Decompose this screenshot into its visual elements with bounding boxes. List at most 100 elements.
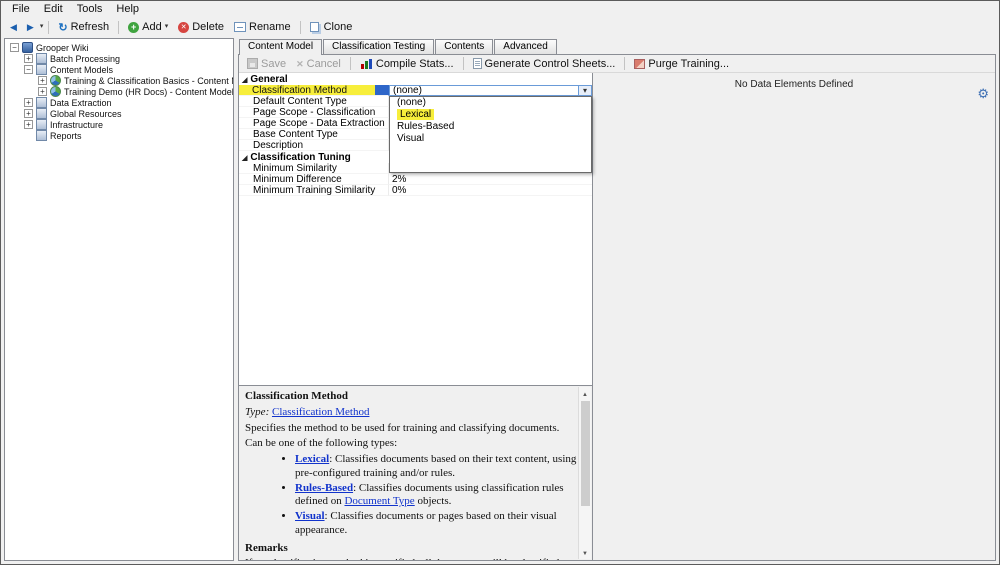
dropdown-option-lexical[interactable]: Lexical <box>390 109 591 121</box>
refresh-button[interactable]: Refresh <box>54 20 113 35</box>
save-button[interactable]: Save <box>243 57 290 71</box>
visual-link[interactable]: Visual <box>295 510 325 522</box>
rename-icon <box>234 22 246 32</box>
tab-advanced[interactable]: Advanced <box>494 39 556 54</box>
property-help-panel: Classification Method Type: Classificati… <box>239 385 592 560</box>
property-toolbar: Save Cancel Compile Stats... Generate <box>239 55 995 73</box>
scroll-up-button[interactable] <box>579 387 592 400</box>
bar-chart-icon <box>360 58 373 69</box>
eraser-icon <box>634 59 645 69</box>
chevron-down-icon <box>583 85 587 96</box>
toolbar-separator <box>463 57 464 70</box>
dropdown-option-rules-based[interactable]: Rules-Based <box>390 121 591 133</box>
remarks-title: Remarks <box>245 542 577 556</box>
tree-item-infrastructure[interactable]: Infrastructure <box>8 119 233 130</box>
tree-item-batch-processing[interactable]: Batch Processing <box>8 53 233 64</box>
tree-expander-icon[interactable] <box>24 109 33 118</box>
collapse-arrow-icon <box>242 74 247 85</box>
help-bullet-visual: Visual: Classifies documents or pages ba… <box>295 510 577 538</box>
data-elements-panel: No Data Elements Defined <box>593 73 995 560</box>
dropdown-option-visual[interactable]: Visual <box>390 133 591 145</box>
history-dropdown-icon[interactable]: ▾ <box>40 23 44 31</box>
tree-expander-icon[interactable] <box>24 120 33 129</box>
grooper-root-icon <box>22 42 33 53</box>
remarks-text: If no classification method is specified… <box>245 557 577 560</box>
navigation-tree: Grooper Wiki Batch Processing Content Mo… <box>4 38 234 561</box>
document-type-link[interactable]: Document Type <box>344 495 414 507</box>
toolbar-separator <box>48 21 49 34</box>
type-link[interactable]: Classification Method <box>272 406 369 418</box>
tab-classification-testing[interactable]: Classification Testing <box>323 39 434 54</box>
gear-icon[interactable] <box>977 87 989 100</box>
lexical-link[interactable]: Lexical <box>295 453 329 465</box>
dropdown-option-none[interactable]: (none) <box>390 97 591 109</box>
collapse-arrow-icon <box>242 152 247 163</box>
clone-button[interactable]: Clone <box>306 20 357 34</box>
cancel-icon <box>296 58 304 70</box>
tree-item-reports[interactable]: Reports <box>8 130 233 141</box>
combo-dropdown-button[interactable] <box>578 86 591 95</box>
delete-icon <box>178 22 189 33</box>
toolbar-separator <box>118 21 119 34</box>
tree-expander-icon[interactable] <box>24 65 33 74</box>
back-button[interactable] <box>6 20 21 34</box>
forward-button[interactable] <box>23 20 38 34</box>
cancel-button[interactable]: Cancel <box>292 57 345 71</box>
delete-button[interactable]: Delete <box>174 20 228 34</box>
property-row-minimum-training-similarity[interactable]: Minimum Training Similarity 0% <box>239 185 592 196</box>
right-panel: Content Model Classification Testing Con… <box>238 38 996 561</box>
content-models-icon <box>36 64 47 75</box>
menu-file[interactable]: File <box>5 2 37 16</box>
menu-edit[interactable]: Edit <box>37 2 70 16</box>
tree-item-training-demo-hr-docs[interactable]: Training Demo (HR Docs) - Content Model <box>8 86 233 97</box>
tab-content-model[interactable]: Content Model <box>239 39 322 55</box>
infrastructure-icon <box>36 119 47 130</box>
tab-strip: Content Model Classification Testing Con… <box>238 38 996 54</box>
scrollbar-thumb[interactable] <box>581 401 590 506</box>
global-resources-icon <box>36 108 47 119</box>
menu-help[interactable]: Help <box>109 2 146 16</box>
tree-expander-icon[interactable] <box>38 76 47 85</box>
classification-method-combo[interactable]: (none) <box>389 85 592 96</box>
property-row-classification-method[interactable]: Classification Method (none) <box>239 85 592 96</box>
tree-item-global-resources[interactable]: Global Resources <box>8 108 233 119</box>
document-icon <box>473 58 482 69</box>
type-label: Type: <box>245 406 269 418</box>
tree-item-content-models[interactable]: Content Models <box>8 64 233 75</box>
no-data-message: No Data Elements Defined <box>593 79 995 90</box>
purge-training-button[interactable]: Purge Training... <box>630 57 733 71</box>
help-bullet-lexical: Lexical: Classifies documents based on t… <box>295 453 577 481</box>
toolbar-separator <box>624 57 625 70</box>
property-row-minimum-difference[interactable]: Minimum Difference 2% <box>239 174 592 185</box>
generate-control-sheets-button[interactable]: Generate Control Sheets... <box>469 57 620 71</box>
tree-expander-icon[interactable] <box>38 87 47 96</box>
tree-item-data-extraction[interactable]: Data Extraction <box>8 97 233 108</box>
refresh-icon <box>58 21 67 34</box>
menu-bar: File Edit Tools Help <box>1 1 999 17</box>
main-toolbar: ▾ Refresh Add ▾ Delete Rename Clone <box>1 17 999 37</box>
tree-item-training-classification-basics[interactable]: Training & Classification Basics - Conte… <box>8 75 233 86</box>
tab-contents[interactable]: Contents <box>435 39 493 54</box>
compile-stats-button[interactable]: Compile Stats... <box>356 57 458 71</box>
help-content: Classification Method Type: Classificati… <box>245 387 577 560</box>
property-label: Classification Method <box>239 85 389 96</box>
scroll-down-button[interactable] <box>579 546 592 559</box>
grooper-window: File Edit Tools Help ▾ Refresh Add ▾ Del… <box>0 0 1000 565</box>
back-arrow-icon <box>10 21 17 33</box>
help-scrollbar[interactable] <box>578 387 591 559</box>
tree-expander-icon[interactable] <box>10 43 19 52</box>
main-area: Grooper Wiki Batch Processing Content Mo… <box>1 37 999 564</box>
tree-expander-icon[interactable] <box>24 98 33 107</box>
property-grid: General Classification Method (none) <box>239 73 592 385</box>
add-button[interactable]: Add ▾ <box>124 20 172 34</box>
rename-button[interactable]: Rename <box>230 20 295 34</box>
tree-item-grooper-wiki[interactable]: Grooper Wiki <box>8 42 233 53</box>
category-general[interactable]: General <box>239 73 592 85</box>
toolbar-separator <box>350 57 351 70</box>
rules-based-link[interactable]: Rules-Based <box>295 482 353 494</box>
menu-tools[interactable]: Tools <box>70 2 110 16</box>
add-icon <box>128 22 139 33</box>
content-model-icon <box>50 75 61 86</box>
classification-method-dropdown: (none) Lexical Rules-Based Visual <box>389 96 592 173</box>
tree-expander-icon[interactable] <box>24 54 33 63</box>
